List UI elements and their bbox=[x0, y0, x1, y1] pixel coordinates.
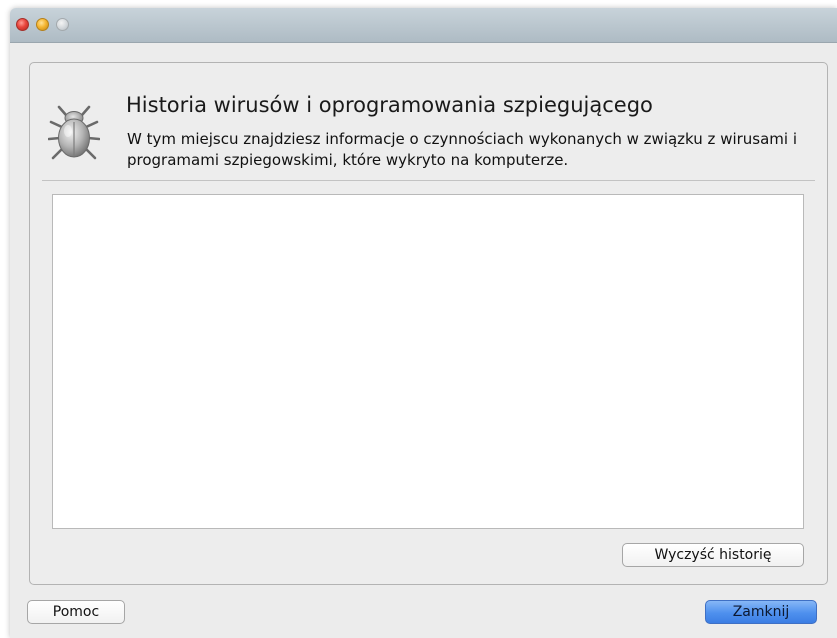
zoom-icon[interactable] bbox=[56, 18, 69, 31]
page-title: Historia wirusów i oprogramowania szpieg… bbox=[126, 93, 653, 117]
bug-icon bbox=[48, 105, 100, 160]
history-list[interactable] bbox=[52, 194, 804, 529]
page-description: W tym miejscu znajdziesz informacje o cz… bbox=[127, 130, 798, 169]
header-divider bbox=[42, 180, 815, 181]
help-button[interactable]: Pomoc bbox=[27, 600, 125, 624]
title-bar bbox=[10, 8, 837, 43]
clear-history-button[interactable]: Wyczyść historię bbox=[622, 543, 804, 567]
minimize-icon[interactable] bbox=[36, 18, 49, 31]
dialog-window: Historia wirusów i oprogramowania szpieg… bbox=[10, 8, 837, 638]
history-panel: Historia wirusów i oprogramowania szpieg… bbox=[29, 62, 828, 585]
close-icon[interactable] bbox=[16, 18, 29, 31]
close-button[interactable]: Zamknij bbox=[705, 600, 817, 624]
